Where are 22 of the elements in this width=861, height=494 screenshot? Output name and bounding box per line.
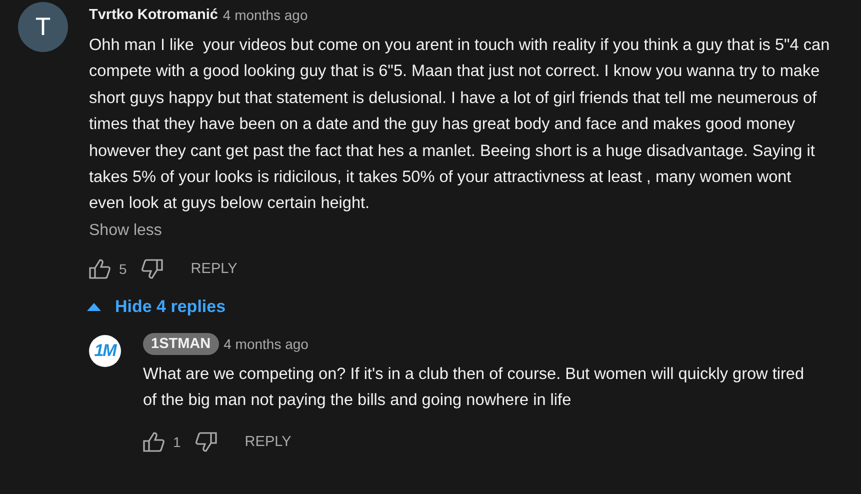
- like-button[interactable]: [89, 258, 111, 279]
- avatar[interactable]: T: [18, 2, 68, 52]
- thumbs-up-icon: [89, 258, 111, 279]
- reply-button[interactable]: REPLY: [244, 434, 292, 450]
- comment-time[interactable]: 4 months ago: [222, 7, 308, 23]
- comment-text: Ohh man I like your videos but come on you arent in touch with reality if you think a guy that is 5"4 can compete with a good looking guy that is 6"5. Maan that just not correct. I know you wanna try to make short guys happy but that statement is delusional. I have a lot of girl friends that tell me neumerous of times that they have been on a date and the guy has great body and face and makes good money however they cant get past the fact that hes a manlet. Beeing short is a huge disadvantage. Saying it takes 5% of your looks is ridicilous, it takes 50% of your attractivness at least , many women wont even look at guys below certain height.: [89, 35, 831, 214]
- like-count: 1: [173, 434, 181, 450]
- comment-text: What are we competing on? If it's in a club then of course. But women will quickly grow tired of the big man not paying the bills and going nowhere in life: [143, 364, 805, 411]
- comment-time[interactable]: 4 months ago: [224, 336, 308, 352]
- show-less-button[interactable]: Show less: [89, 222, 162, 240]
- reply-button[interactable]: REPLY: [190, 260, 238, 277]
- like-button[interactable]: [143, 432, 165, 452]
- author-name[interactable]: Tvrtko Kotromanić: [89, 7, 218, 23]
- author-badge[interactable]: 1STMAN: [143, 332, 219, 355]
- dislike-button[interactable]: [194, 432, 217, 452]
- dislike-button[interactable]: [140, 258, 163, 279]
- caret-up-icon: [87, 302, 101, 311]
- thumbs-down-icon: [194, 432, 217, 452]
- thumbs-down-icon: [140, 258, 163, 279]
- hide-replies-button[interactable]: Hide 4 replies: [87, 296, 226, 317]
- thumbs-up-icon: [143, 432, 165, 452]
- like-count: 5: [119, 260, 127, 277]
